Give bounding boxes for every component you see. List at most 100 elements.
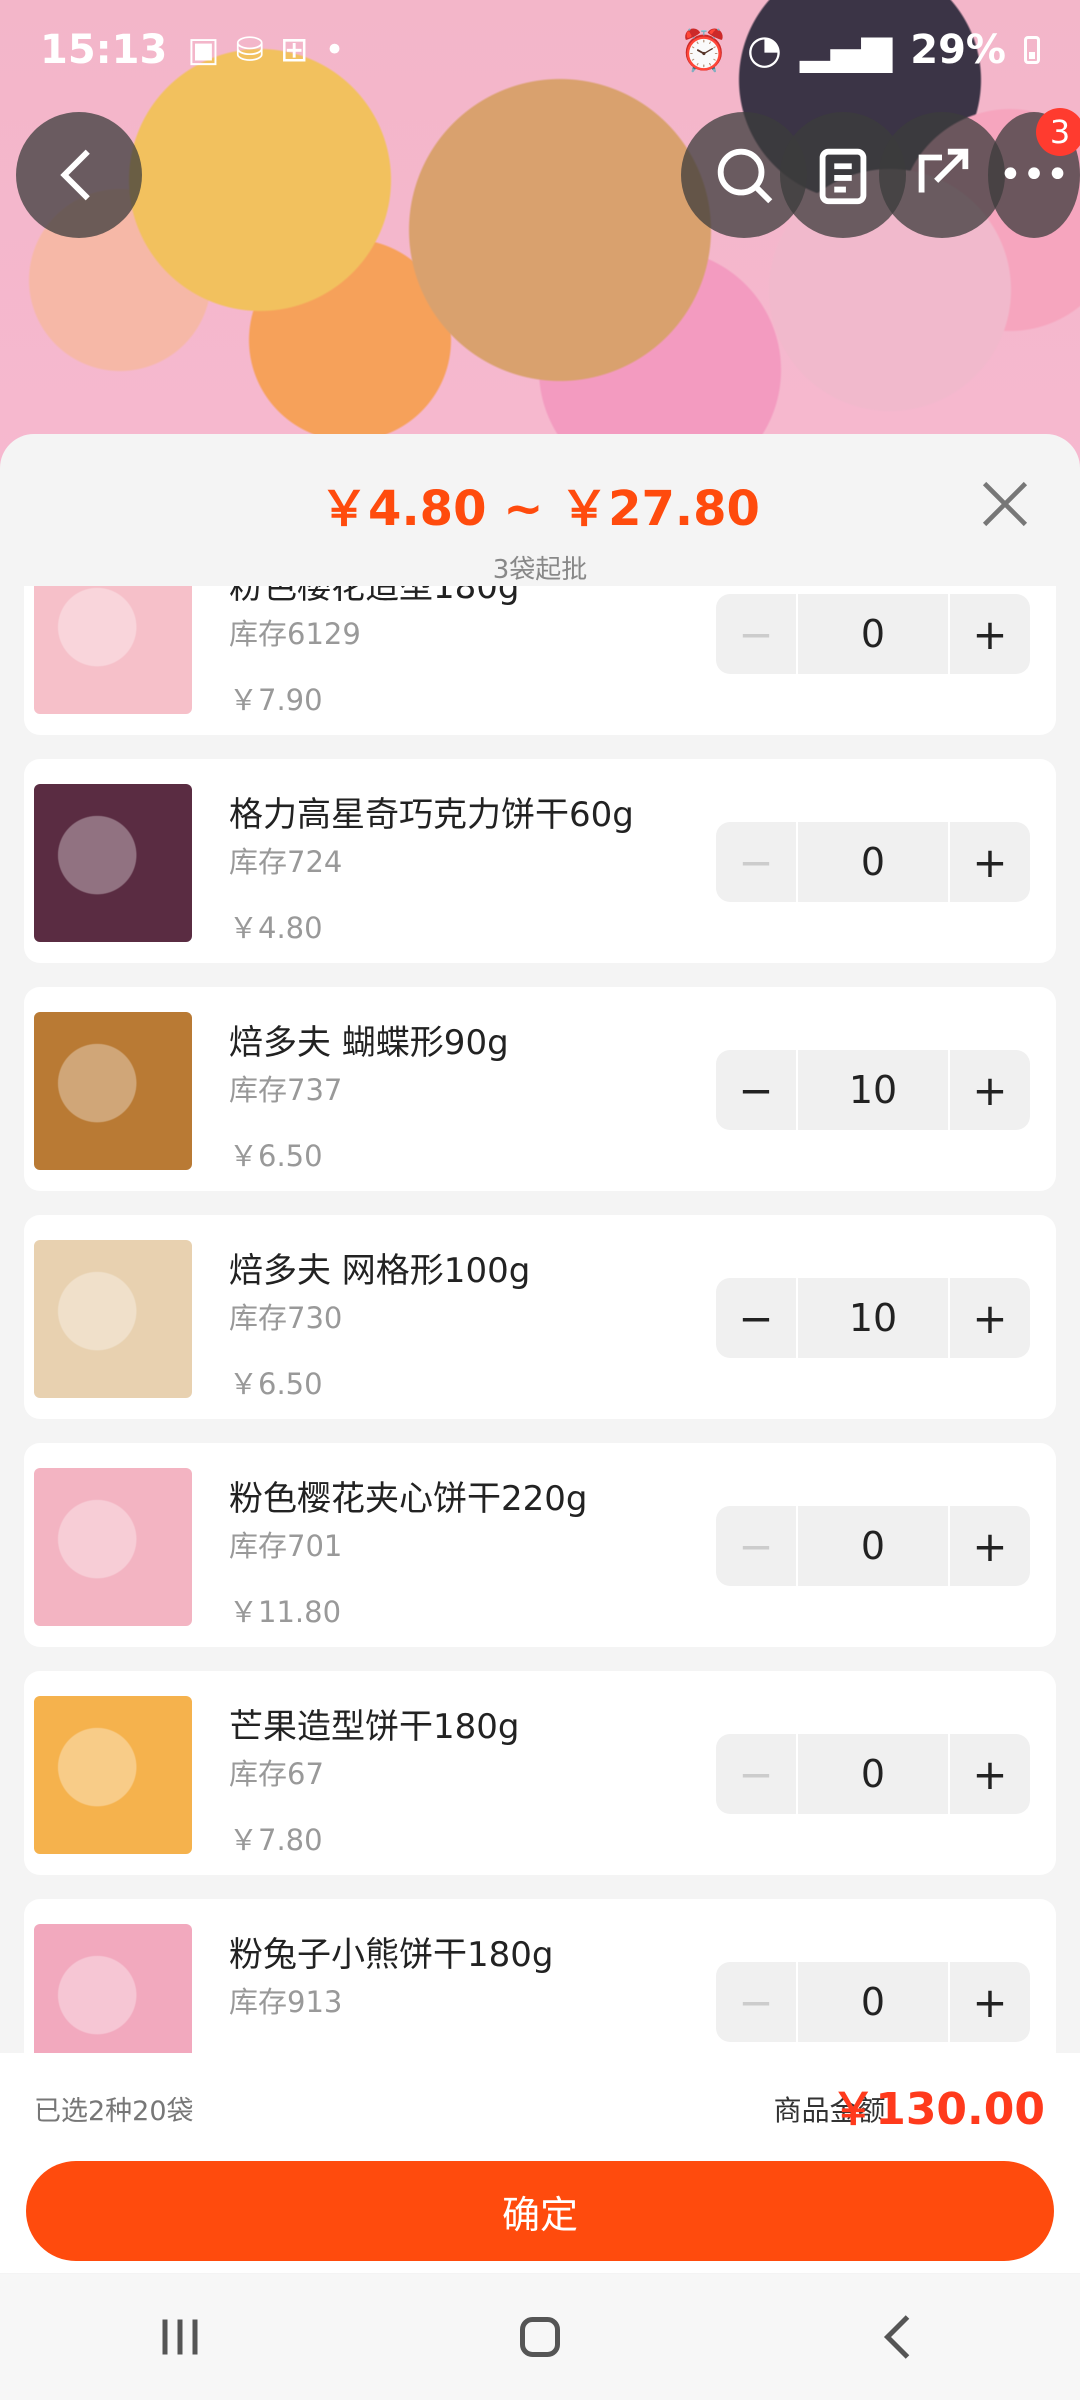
product-stock: 库存67 xyxy=(229,1757,324,1791)
nav-back-button[interactable] xyxy=(860,2297,940,2377)
price-range: ￥4.80 ~ ￥27.80 xyxy=(320,481,760,537)
shop-icon: ⛁ xyxy=(235,30,264,70)
share-icon xyxy=(918,148,969,193)
product-price: ￥4.80 xyxy=(229,911,323,945)
product-thumbnail[interactable] xyxy=(34,586,192,714)
system-nav-bar xyxy=(0,2274,1080,2400)
quantity-stepper: − 0 + xyxy=(716,1962,1030,2042)
product-stock: 库存724 xyxy=(229,845,343,879)
alarm-icon: ⏰ xyxy=(679,27,730,74)
quantity-value[interactable]: 0 xyxy=(798,1734,948,1814)
product-price: ￥7.90 xyxy=(229,683,323,717)
product-name: 粉兔子小熊饼干180g xyxy=(229,1935,554,1975)
home-button[interactable] xyxy=(500,2297,580,2377)
product-name: 芒果造型饼干180g xyxy=(229,1707,520,1747)
close-button[interactable] xyxy=(970,469,1040,539)
increase-button[interactable]: + xyxy=(950,1050,1030,1130)
quantity-value[interactable]: 0 xyxy=(798,1506,948,1586)
product-thumbnail[interactable] xyxy=(34,1468,192,1626)
dot-icon: • xyxy=(324,30,345,70)
cart-icon: ⊞ xyxy=(279,30,309,70)
home-icon xyxy=(520,2317,560,2357)
status-bar: 15:13 ▣ ⛁ ⊞ • ⏰ ◔ ▂▄▆ 29% xyxy=(0,0,1080,100)
product-stock: 库存730 xyxy=(229,1301,343,1335)
decrease-button[interactable]: − xyxy=(716,1506,796,1586)
product-price: ￥6.50 xyxy=(229,1139,323,1173)
signal-icon: ▂▄▆ xyxy=(799,27,893,73)
battery-icon xyxy=(1024,36,1040,64)
product-price: ￥7.80 xyxy=(229,1823,323,1857)
list-item: 粉色樱花造型180g 库存6129 ￥7.90 − 0 + xyxy=(24,586,1056,735)
list-item: 芒果造型饼干180g 库存67 ￥7.80 − 0 + xyxy=(24,1671,1056,1875)
quantity-stepper: − 0 + xyxy=(716,1734,1030,1814)
list-item: 焙多夫 蝴蝶形90g 库存737 ￥6.50 − 10 + xyxy=(24,987,1056,1191)
product-thumbnail[interactable] xyxy=(34,1240,192,1398)
quantity-stepper: − 0 + xyxy=(716,1506,1030,1586)
increase-button[interactable]: + xyxy=(950,822,1030,902)
decrease-button[interactable]: − xyxy=(716,1734,796,1814)
recents-icon xyxy=(162,2319,198,2355)
list-item: 格力高星奇巧克力饼干60g 库存724 ￥4.80 − 0 + xyxy=(24,759,1056,963)
wifi-icon: ◔ xyxy=(747,27,782,73)
chevron-left-icon xyxy=(60,149,90,201)
quantity-value[interactable]: 10 xyxy=(798,1278,948,1358)
product-thumbnail[interactable] xyxy=(34,1924,192,2056)
product-stock: 库存701 xyxy=(229,1529,343,1563)
back-button[interactable] xyxy=(16,112,142,238)
product-name: 粉色樱花夹心饼干220g xyxy=(229,1479,588,1519)
decrease-button[interactable]: − xyxy=(716,1050,796,1130)
product-name: 粉色樱花造型180g xyxy=(229,586,520,607)
order-summary: 已选2种20袋 商品金额: ￥130.00 确定 xyxy=(0,2053,1080,2273)
product-name: 格力高星奇巧克力饼干60g xyxy=(229,795,634,835)
quantity-stepper: − 0 + xyxy=(716,594,1030,674)
product-stock: 库存6129 xyxy=(229,617,361,651)
product-thumbnail[interactable] xyxy=(34,1012,192,1170)
list-item: 焙多夫 网格形100g 库存730 ￥6.50 − 10 + xyxy=(24,1215,1056,1419)
clipboard-icon xyxy=(819,148,867,205)
list-item: 粉兔子小熊饼干180g 库存913 − 0 + xyxy=(24,1899,1056,2056)
product-thumbnail[interactable] xyxy=(34,1696,192,1854)
product-name: 焙多夫 网格形100g xyxy=(229,1251,531,1291)
product-list[interactable]: 粉色樱花造型180g 库存6129 ￥7.90 − 0 + 格力高星奇巧克力饼干… xyxy=(0,586,1080,2056)
increase-button[interactable]: + xyxy=(950,1278,1030,1358)
sku-sheet: ￥4.80 ~ ￥27.80 3袋起批 粉色樱花造型180g 库存6129 ￥7… xyxy=(0,434,1080,2274)
image-icon: ▣ xyxy=(187,30,220,70)
decrease-button[interactable]: − xyxy=(716,822,796,902)
quantity-value[interactable]: 0 xyxy=(798,822,948,902)
increase-button[interactable]: + xyxy=(950,1734,1030,1814)
increase-button[interactable]: + xyxy=(950,1506,1030,1586)
total-value: ￥130.00 xyxy=(831,2084,1045,2135)
quantity-value[interactable]: 10 xyxy=(798,1050,948,1130)
quantity-stepper: − 10 + xyxy=(716,1050,1030,1130)
cart-badge: 3 xyxy=(1036,108,1080,156)
more-icon: ••• xyxy=(998,152,1070,198)
battery-percent: 29% xyxy=(910,27,1006,73)
min-order-text: 3袋起批 xyxy=(492,555,588,585)
quantity-value[interactable]: 0 xyxy=(798,594,948,674)
list-item: 粉色樱花夹心饼干220g 库存701 ￥11.80 − 0 + xyxy=(24,1443,1056,1647)
more-button[interactable]: ••• 3 xyxy=(988,108,1080,238)
increase-button[interactable]: + xyxy=(950,1962,1030,2042)
quantity-stepper: − 10 + xyxy=(716,1278,1030,1358)
decrease-button[interactable]: − xyxy=(716,1278,796,1358)
share-button[interactable] xyxy=(879,112,1005,238)
increase-button[interactable]: + xyxy=(950,594,1030,674)
decrease-button[interactable]: − xyxy=(716,594,796,674)
quantity-value[interactable]: 0 xyxy=(798,1962,948,2042)
close-icon xyxy=(982,481,1028,527)
recent-apps-button[interactable] xyxy=(140,2297,220,2377)
search-icon xyxy=(717,148,773,204)
back-icon xyxy=(883,2315,910,2359)
product-thumbnail[interactable] xyxy=(34,784,192,942)
confirm-button[interactable]: 确定 xyxy=(26,2161,1054,2261)
selected-count: 已选2种20袋 xyxy=(34,2096,194,2127)
decrease-button[interactable]: − xyxy=(716,1962,796,2042)
status-time: 15:13 xyxy=(40,27,168,73)
product-stock: 库存737 xyxy=(229,1073,343,1107)
product-price: ￥11.80 xyxy=(229,1595,342,1629)
product-hero-image: 15:13 ▣ ⛁ ⊞ • ⏰ ◔ ▂▄▆ 29% ••• 3 xyxy=(0,0,1080,470)
product-stock: 库存913 xyxy=(229,1985,343,2019)
product-price: ￥6.50 xyxy=(229,1367,323,1401)
quantity-stepper: − 0 + xyxy=(716,822,1030,902)
product-name: 焙多夫 蝴蝶形90g xyxy=(229,1023,509,1063)
